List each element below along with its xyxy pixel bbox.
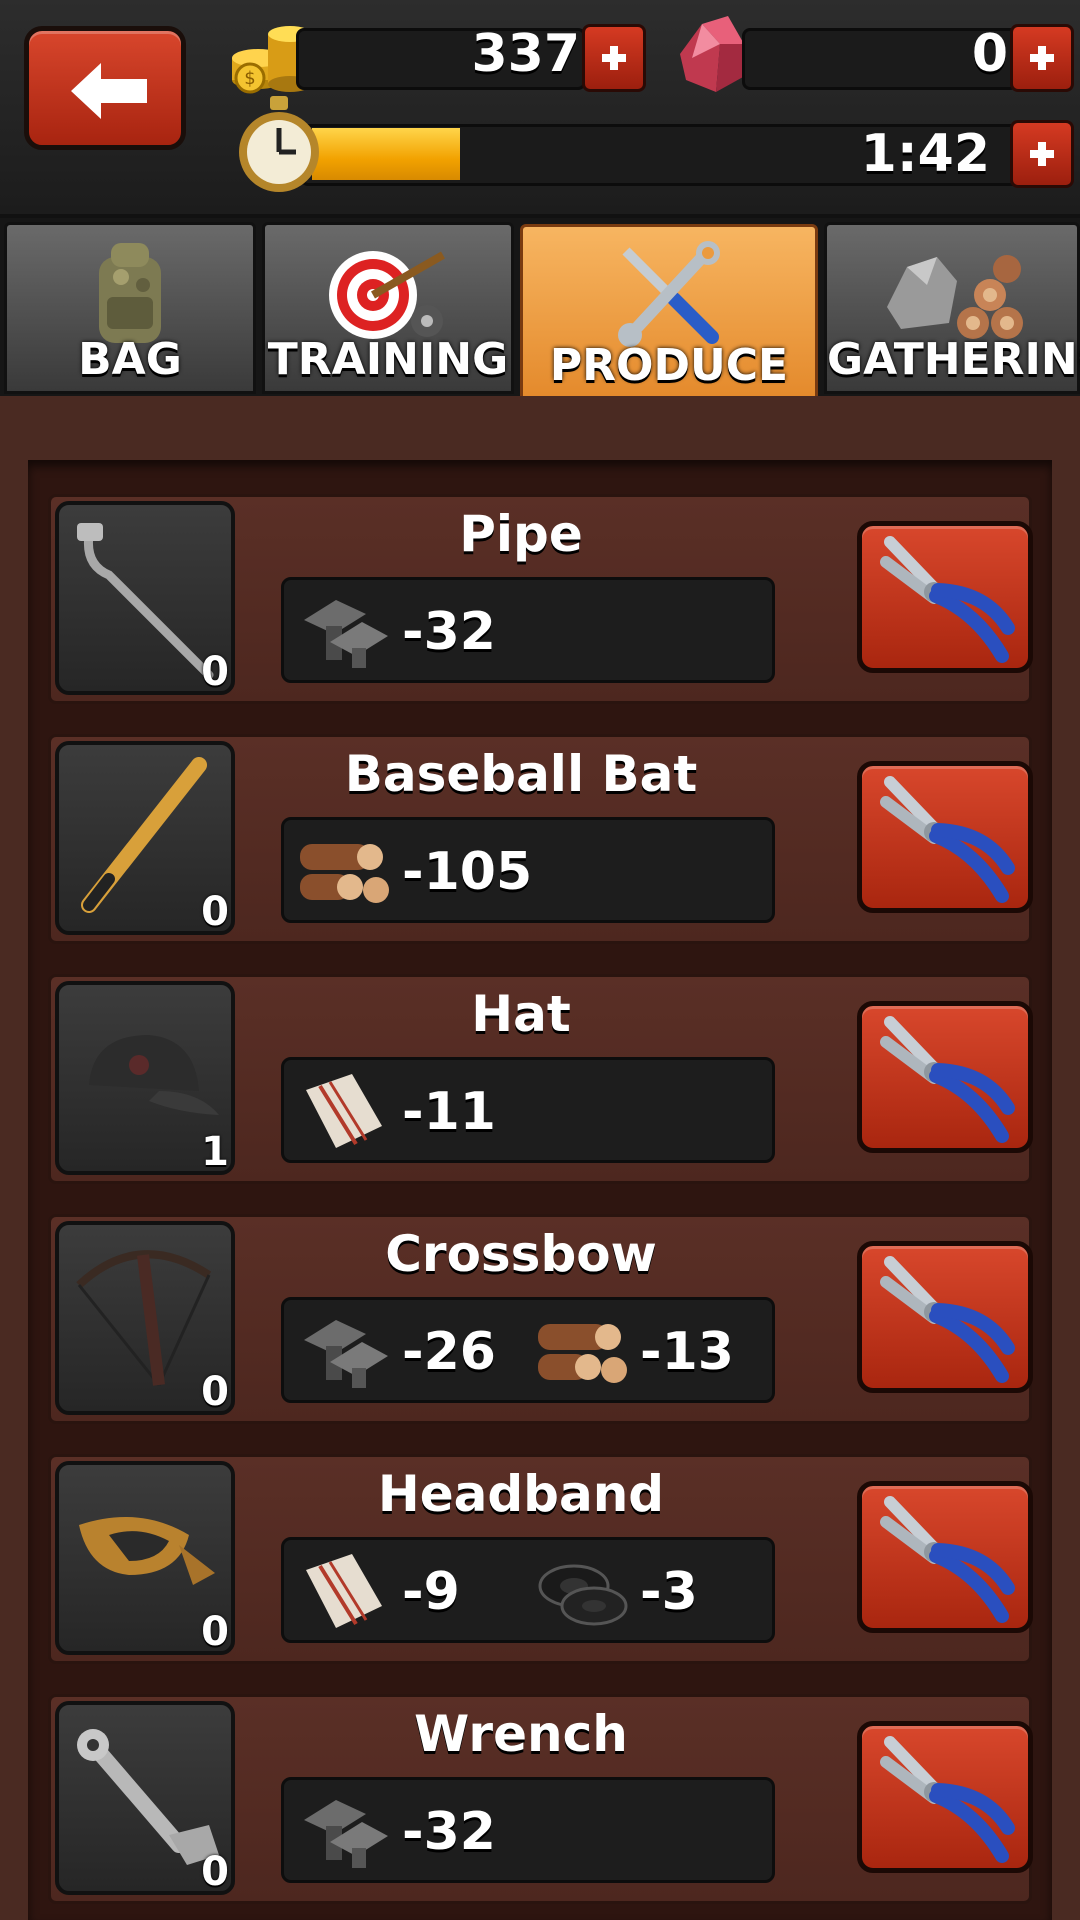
cost-amount: -13 bbox=[640, 1322, 734, 1382]
item-name: Pipe bbox=[459, 505, 583, 563]
item-name: Baseball Bat bbox=[344, 745, 698, 803]
back-button[interactable] bbox=[24, 26, 186, 150]
produce-button[interactable] bbox=[857, 1001, 1033, 1153]
tab-gathering-label: GATHERING bbox=[827, 334, 1080, 385]
tab-bag[interactable]: BAG bbox=[4, 222, 256, 394]
metal-icon bbox=[304, 1800, 388, 1868]
headband-icon bbox=[79, 1517, 215, 1585]
cost-amount: -26 bbox=[402, 1322, 496, 1382]
cost-box: -26 -13 bbox=[281, 1297, 775, 1403]
tab-training[interactable]: TRAINING bbox=[262, 222, 514, 394]
item-thumbnail[interactable]: 0 bbox=[55, 501, 235, 695]
pliers-icon bbox=[880, 1736, 1015, 1863]
cost-box: -9 -3 bbox=[281, 1537, 775, 1643]
cost-box: -11 bbox=[281, 1057, 775, 1163]
produce-button[interactable] bbox=[857, 521, 1033, 673]
cost-box: -32 bbox=[281, 577, 775, 683]
coins-value: 337 bbox=[471, 24, 580, 84]
wood-icon bbox=[538, 1324, 627, 1383]
pipe-icon bbox=[77, 523, 214, 680]
item-name: Crossbow bbox=[385, 1225, 657, 1283]
crossbow-icon bbox=[76, 1250, 212, 1386]
gems-value: 0 bbox=[971, 24, 1008, 84]
tab-bag-label: BAG bbox=[78, 334, 182, 385]
cap-icon bbox=[89, 1035, 219, 1115]
tab-produce[interactable]: PRODUCE bbox=[520, 224, 818, 400]
tab-training-label: TRAINING bbox=[267, 334, 509, 385]
add-coins-button[interactable] bbox=[582, 24, 646, 92]
produce-panel: 0 Pipe -32 0 Baseball Bat -105 1 Hat -11… bbox=[0, 396, 1080, 1920]
item-count: 0 bbox=[201, 649, 229, 695]
tire-icon bbox=[538, 1564, 628, 1626]
wood-icon bbox=[300, 844, 389, 903]
cost-box: -105 bbox=[281, 817, 775, 923]
add-time-button[interactable] bbox=[1010, 120, 1074, 188]
svg-text:$: $ bbox=[244, 68, 255, 89]
item-thumbnail[interactable]: 0 bbox=[55, 1221, 235, 1415]
pliers-icon bbox=[880, 1496, 1015, 1623]
pliers-icon bbox=[880, 776, 1015, 903]
produce-button[interactable] bbox=[857, 1481, 1033, 1633]
item-thumbnail[interactable]: 0 bbox=[55, 1461, 235, 1655]
tab-bar: BAG TRAINING PRODUCE GATHERING bbox=[0, 218, 1080, 400]
add-gems-button[interactable] bbox=[1010, 24, 1074, 92]
recipe-row-baseball-bat: 0 Baseball Bat -105 bbox=[48, 734, 1033, 944]
pliers-icon bbox=[880, 536, 1015, 663]
recipe-row-crossbow: 0 Crossbow -26 -13 bbox=[48, 1214, 1033, 1424]
produce-button[interactable] bbox=[857, 761, 1033, 913]
timer-value: 1:42 bbox=[860, 124, 990, 184]
produce-button[interactable] bbox=[857, 1721, 1033, 1873]
cost-amount: -105 bbox=[402, 842, 533, 902]
cost-amount: -3 bbox=[640, 1562, 698, 1622]
item-name: Hat bbox=[471, 985, 571, 1043]
recipe-row-pipe: 0 Pipe -32 bbox=[48, 494, 1033, 704]
recipe-list[interactable]: 0 Pipe -32 0 Baseball Bat -105 1 Hat -11… bbox=[28, 460, 1052, 1920]
stone-wood-icon bbox=[887, 255, 1023, 339]
item-thumbnail[interactable]: 0 bbox=[55, 741, 235, 935]
produce-button[interactable] bbox=[857, 1241, 1033, 1393]
item-thumbnail[interactable]: 1 bbox=[55, 981, 235, 1175]
item-name: Wrench bbox=[414, 1705, 628, 1763]
item-count: 0 bbox=[201, 1849, 229, 1895]
item-count: 0 bbox=[201, 1609, 229, 1655]
baseball-bat-icon bbox=[81, 757, 207, 913]
cost-amount: -11 bbox=[402, 1082, 496, 1142]
pliers-icon bbox=[880, 1016, 1015, 1143]
pliers-icon bbox=[880, 1256, 1015, 1383]
arrow-left-icon bbox=[71, 63, 147, 119]
item-count: 0 bbox=[201, 889, 229, 935]
recipe-row-wrench: 0 Wrench -32 bbox=[48, 1694, 1033, 1904]
top-bar: $ 337 0 1:42 bbox=[0, 0, 1080, 218]
recipe-row-hat: 1 Hat -11 bbox=[48, 974, 1033, 1184]
item-thumbnail[interactable]: 0 bbox=[55, 1701, 235, 1895]
cost-amount: -32 bbox=[402, 1802, 496, 1862]
cost-amount: -32 bbox=[402, 602, 496, 662]
cloth-icon bbox=[306, 1074, 382, 1148]
backpack-icon bbox=[99, 243, 161, 343]
timer-progress-fill bbox=[312, 128, 460, 180]
item-name: Headband bbox=[377, 1465, 665, 1523]
cloth-icon bbox=[306, 1554, 382, 1628]
tab-produce-label: PRODUCE bbox=[549, 340, 789, 391]
wrench-icon bbox=[77, 1729, 219, 1865]
tools-icon bbox=[618, 241, 720, 347]
item-count: 1 bbox=[201, 1129, 229, 1175]
tab-gathering[interactable]: GATHERING bbox=[824, 222, 1080, 394]
cost-box: -32 bbox=[281, 1777, 775, 1883]
target-icon bbox=[329, 251, 445, 339]
recipe-row-headband: 0 Headband -9 -3 bbox=[48, 1454, 1033, 1664]
metal-icon bbox=[304, 1320, 388, 1388]
stopwatch-icon bbox=[239, 96, 319, 192]
cost-amount: -9 bbox=[402, 1562, 460, 1622]
item-count: 0 bbox=[201, 1369, 229, 1415]
metal-icon bbox=[304, 600, 388, 668]
